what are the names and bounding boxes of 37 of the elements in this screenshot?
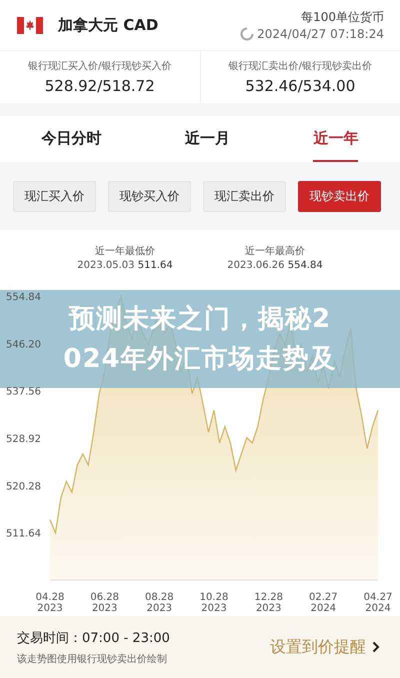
period-tab[interactable]: 近一月 [184, 116, 230, 162]
axis-tick-label: 04.28 2023 [36, 592, 64, 614]
trading-hours: 交易时间：07:00 - 23:00 [17, 630, 170, 646]
axis-tick-label: 537.56 [6, 386, 41, 398]
flag-icon [17, 16, 43, 34]
chevron-right-icon [372, 641, 380, 653]
period-tab[interactable]: 今日分时 [42, 116, 102, 162]
axis-tick-label: 02.27 2024 [309, 592, 338, 614]
quote-label: 银行现汇买入价/银行现钞买入价 [28, 60, 172, 73]
quote-label: 银行现汇卖出价/银行现钞卖出价 [228, 60, 372, 73]
stat-label: 近一年最低价 [95, 244, 155, 258]
unit-note: 每100单位货币 [301, 9, 384, 26]
banner-text: 024年外汇市场走势及 [63, 343, 337, 376]
quote-value: 528.92/518.72 [44, 77, 155, 95]
axis-tick-label: 511.64 [6, 528, 41, 540]
chart-note: 该走势图使用银行现钞卖出价绘制 [17, 652, 168, 666]
price-type-button[interactable]: 现钞买入价 [108, 180, 191, 212]
axis-tick-label: 08.28 2023 [145, 592, 174, 614]
refresh-icon[interactable] [240, 27, 254, 41]
currency-title: 加拿大元 CAD [58, 16, 158, 34]
stat-value: 2023.05.03 511.64 [77, 260, 173, 271]
axis-tick-label: 10.28 2023 [200, 592, 228, 614]
update-time: 2024/04/27 07:18:24 [257, 27, 384, 41]
axis-tick-label: 04.27 2024 [364, 592, 392, 614]
axis-tick-label: 06.28 2023 [90, 592, 119, 614]
price-type-button[interactable]: 现钞卖出价 [298, 180, 381, 212]
axis-tick-label: 554.84 [6, 292, 41, 303]
stat-value: 2023.06.26 554.84 [227, 260, 323, 271]
axis-tick-label: 520.28 [6, 481, 41, 492]
axis-tick-label: 12.28 2023 [254, 592, 283, 614]
banner-text: 预测未来之门，揭秘2 [68, 303, 332, 336]
price-type-button[interactable]: 现汇卖出价 [203, 180, 286, 212]
axis-tick-label: 546.20 [6, 339, 41, 350]
axis-tick-label: 528.92 [6, 434, 41, 445]
price-type-button[interactable]: 现汇买入价 [13, 180, 96, 212]
quote-value: 532.46/534.00 [245, 77, 356, 95]
stat-label: 近一年最高价 [245, 244, 305, 258]
